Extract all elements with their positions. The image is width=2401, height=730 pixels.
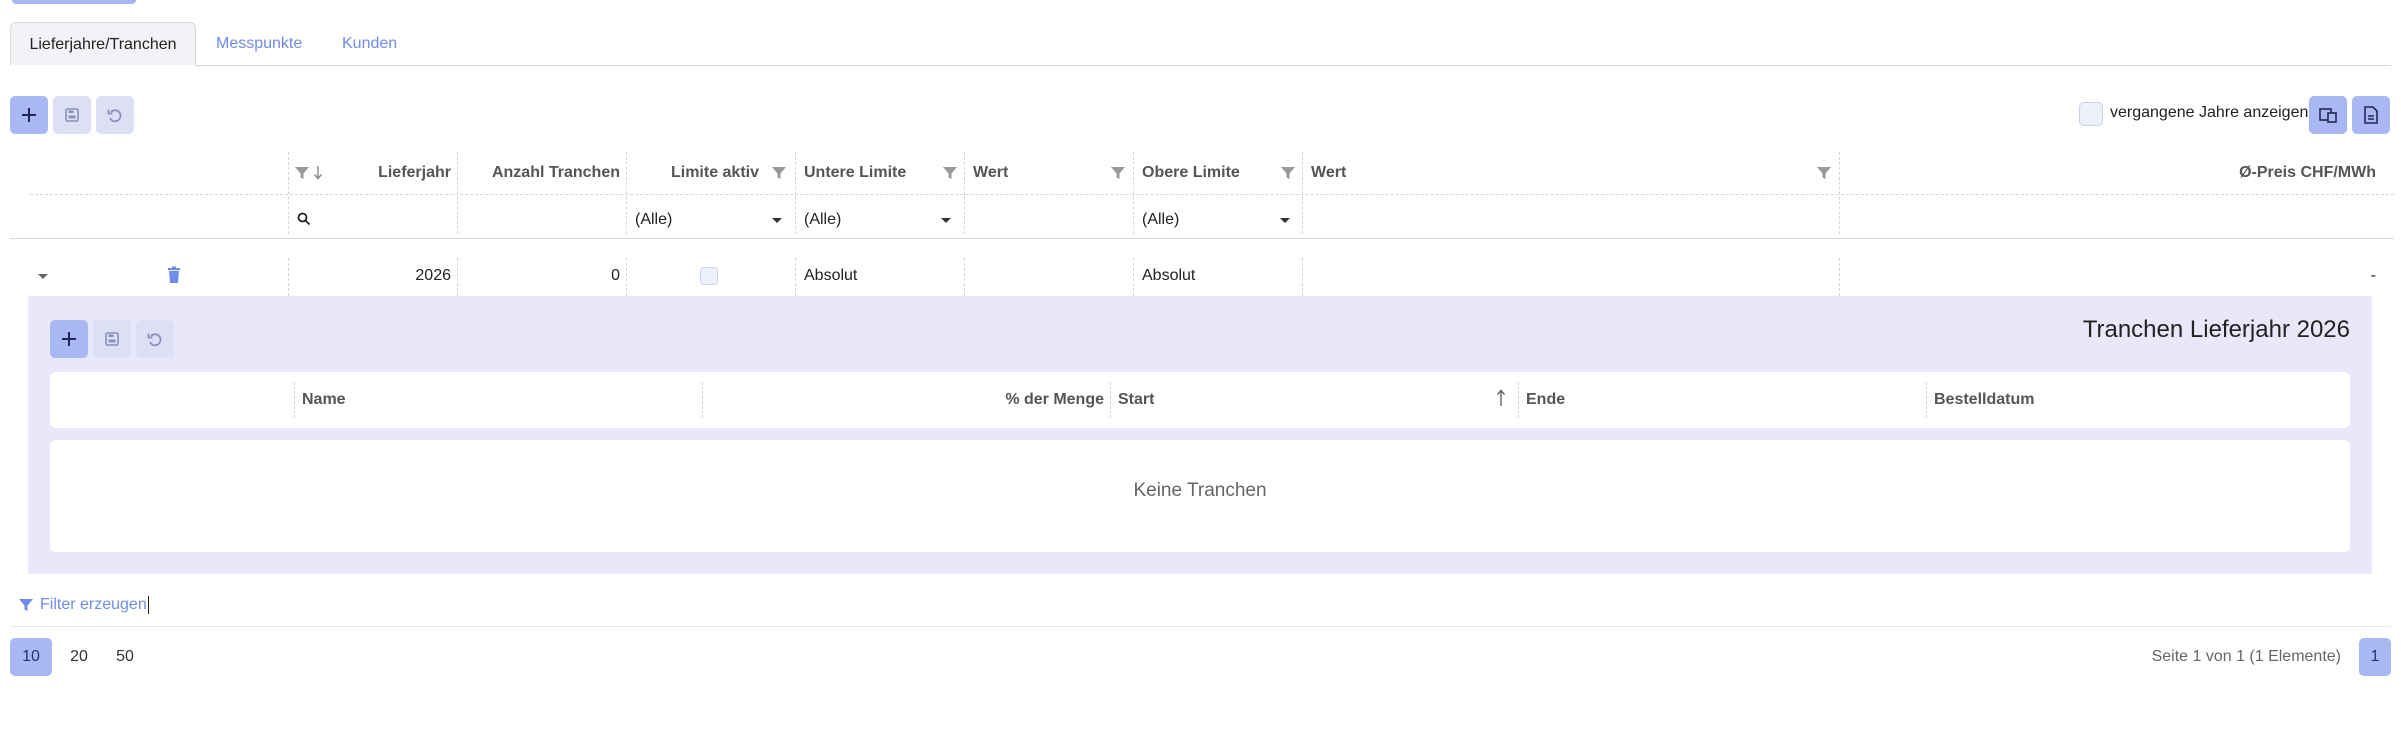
- tranchen-empty-card: Keine Tranchen: [50, 440, 2350, 552]
- save-icon: [65, 108, 79, 122]
- save-tranche-button[interactable]: [93, 320, 131, 358]
- page-size-10[interactable]: 10: [10, 638, 52, 676]
- filter-funnel-icon: [19, 599, 33, 611]
- lieferjahr-search-input[interactable]: [288, 200, 457, 234]
- header-wert-untere[interactable]: Wert: [973, 152, 1008, 194]
- plus-icon: [22, 108, 36, 122]
- header-ende[interactable]: Ende: [1526, 372, 1565, 428]
- top-button-stub[interactable]: [12, 0, 136, 4]
- header-lieferjahr[interactable]: Lieferjahr: [288, 152, 451, 194]
- add-tranche-button[interactable]: [50, 320, 88, 358]
- header-menge[interactable]: % der Menge: [702, 372, 1104, 428]
- header-bestelldatum[interactable]: Bestelldatum: [1934, 372, 2034, 428]
- show-past-years-label: vergangene Jahre anzeigen: [2110, 104, 2309, 121]
- empty-message: Keine Tranchen: [1133, 480, 1267, 501]
- header-limite-aktiv[interactable]: Limite aktiv: [626, 152, 759, 194]
- untere-limite-filter[interactable]: (Alle): [804, 200, 841, 240]
- cell-lieferjahr: 2026: [415, 267, 451, 284]
- page-size-20[interactable]: 20: [58, 638, 100, 676]
- filter-funnel-icon[interactable]: [1816, 165, 1832, 181]
- tab-bar: Lieferjahre/Tranchen Messpunkte Kunden: [10, 22, 2391, 66]
- filter-funnel-icon[interactable]: [1110, 165, 1126, 181]
- add-button[interactable]: [10, 96, 48, 134]
- chevron-down-icon: [1280, 218, 1290, 223]
- header-preis[interactable]: Ø-Preis CHF/MWh: [1839, 152, 2376, 194]
- tranchen-grid-header: Name % der Menge Start Ende Bestelldatum: [50, 372, 2350, 428]
- tranchen-detail-panel: Tranchen Lieferjahr 2026 Name % der Meng…: [28, 296, 2372, 574]
- cell-obere-limite: Absolut: [1142, 267, 1196, 284]
- sort-asc-icon[interactable]: [1496, 388, 1506, 408]
- filter-funnel-icon[interactable]: [942, 165, 958, 181]
- cell-preis: -: [2370, 267, 2376, 284]
- undo-icon: [147, 333, 162, 347]
- export-button[interactable]: [2352, 96, 2390, 134]
- trash-icon[interactable]: [167, 266, 181, 284]
- chevron-down-icon: [941, 218, 951, 223]
- header-untere-limite[interactable]: Untere Limite: [804, 152, 906, 194]
- header-name[interactable]: Name: [302, 372, 346, 428]
- obere-limite-filter[interactable]: (Alle): [1142, 200, 1179, 240]
- header-obere-limite[interactable]: Obere Limite: [1142, 152, 1240, 194]
- tab-lieferjahre[interactable]: Lieferjahre/Tranchen: [10, 22, 196, 66]
- page-size-50[interactable]: 50: [104, 638, 146, 676]
- undo-icon: [107, 109, 122, 123]
- header-start[interactable]: Start: [1118, 372, 1154, 428]
- save-icon: [105, 332, 119, 346]
- page-1-button[interactable]: 1: [2359, 638, 2391, 676]
- columns-icon: [2319, 108, 2337, 123]
- create-filter-label: Filter erzeugen: [40, 596, 147, 613]
- header-wert-obere[interactable]: Wert: [1311, 152, 1346, 194]
- detail-title: Tranchen Lieferjahr 2026: [2082, 316, 2350, 343]
- header-anzahl-tranchen[interactable]: Anzahl Tranchen: [457, 152, 620, 194]
- undo-button[interactable]: [96, 96, 134, 134]
- undo-tranche-button[interactable]: [136, 320, 174, 358]
- limite-aktiv-filter[interactable]: (Alle): [635, 200, 672, 240]
- chevron-down-icon: [772, 218, 782, 223]
- filter-funnel-icon[interactable]: [1280, 165, 1296, 181]
- column-chooser-button[interactable]: [2309, 96, 2347, 134]
- cell-anzahl-tranchen: 0: [611, 267, 620, 284]
- filter-funnel-icon[interactable]: [771, 165, 787, 181]
- limite-aktiv-checkbox[interactable]: [700, 267, 718, 285]
- tab-messpunkte[interactable]: Messpunkte: [216, 22, 302, 66]
- tab-kunden[interactable]: Kunden: [342, 22, 397, 66]
- cell-untere-limite: Absolut: [804, 267, 858, 284]
- show-past-years-checkbox[interactable]: [2079, 102, 2103, 126]
- create-filter-link[interactable]: Filter erzeugen: [18, 596, 149, 614]
- plus-icon: [62, 332, 76, 346]
- export-file-icon: [2364, 106, 2378, 124]
- page-info: Seite 1 von 1 (1 Elemente): [2151, 648, 2341, 665]
- expand-chevron-icon[interactable]: [38, 274, 48, 279]
- save-button[interactable]: [53, 96, 91, 134]
